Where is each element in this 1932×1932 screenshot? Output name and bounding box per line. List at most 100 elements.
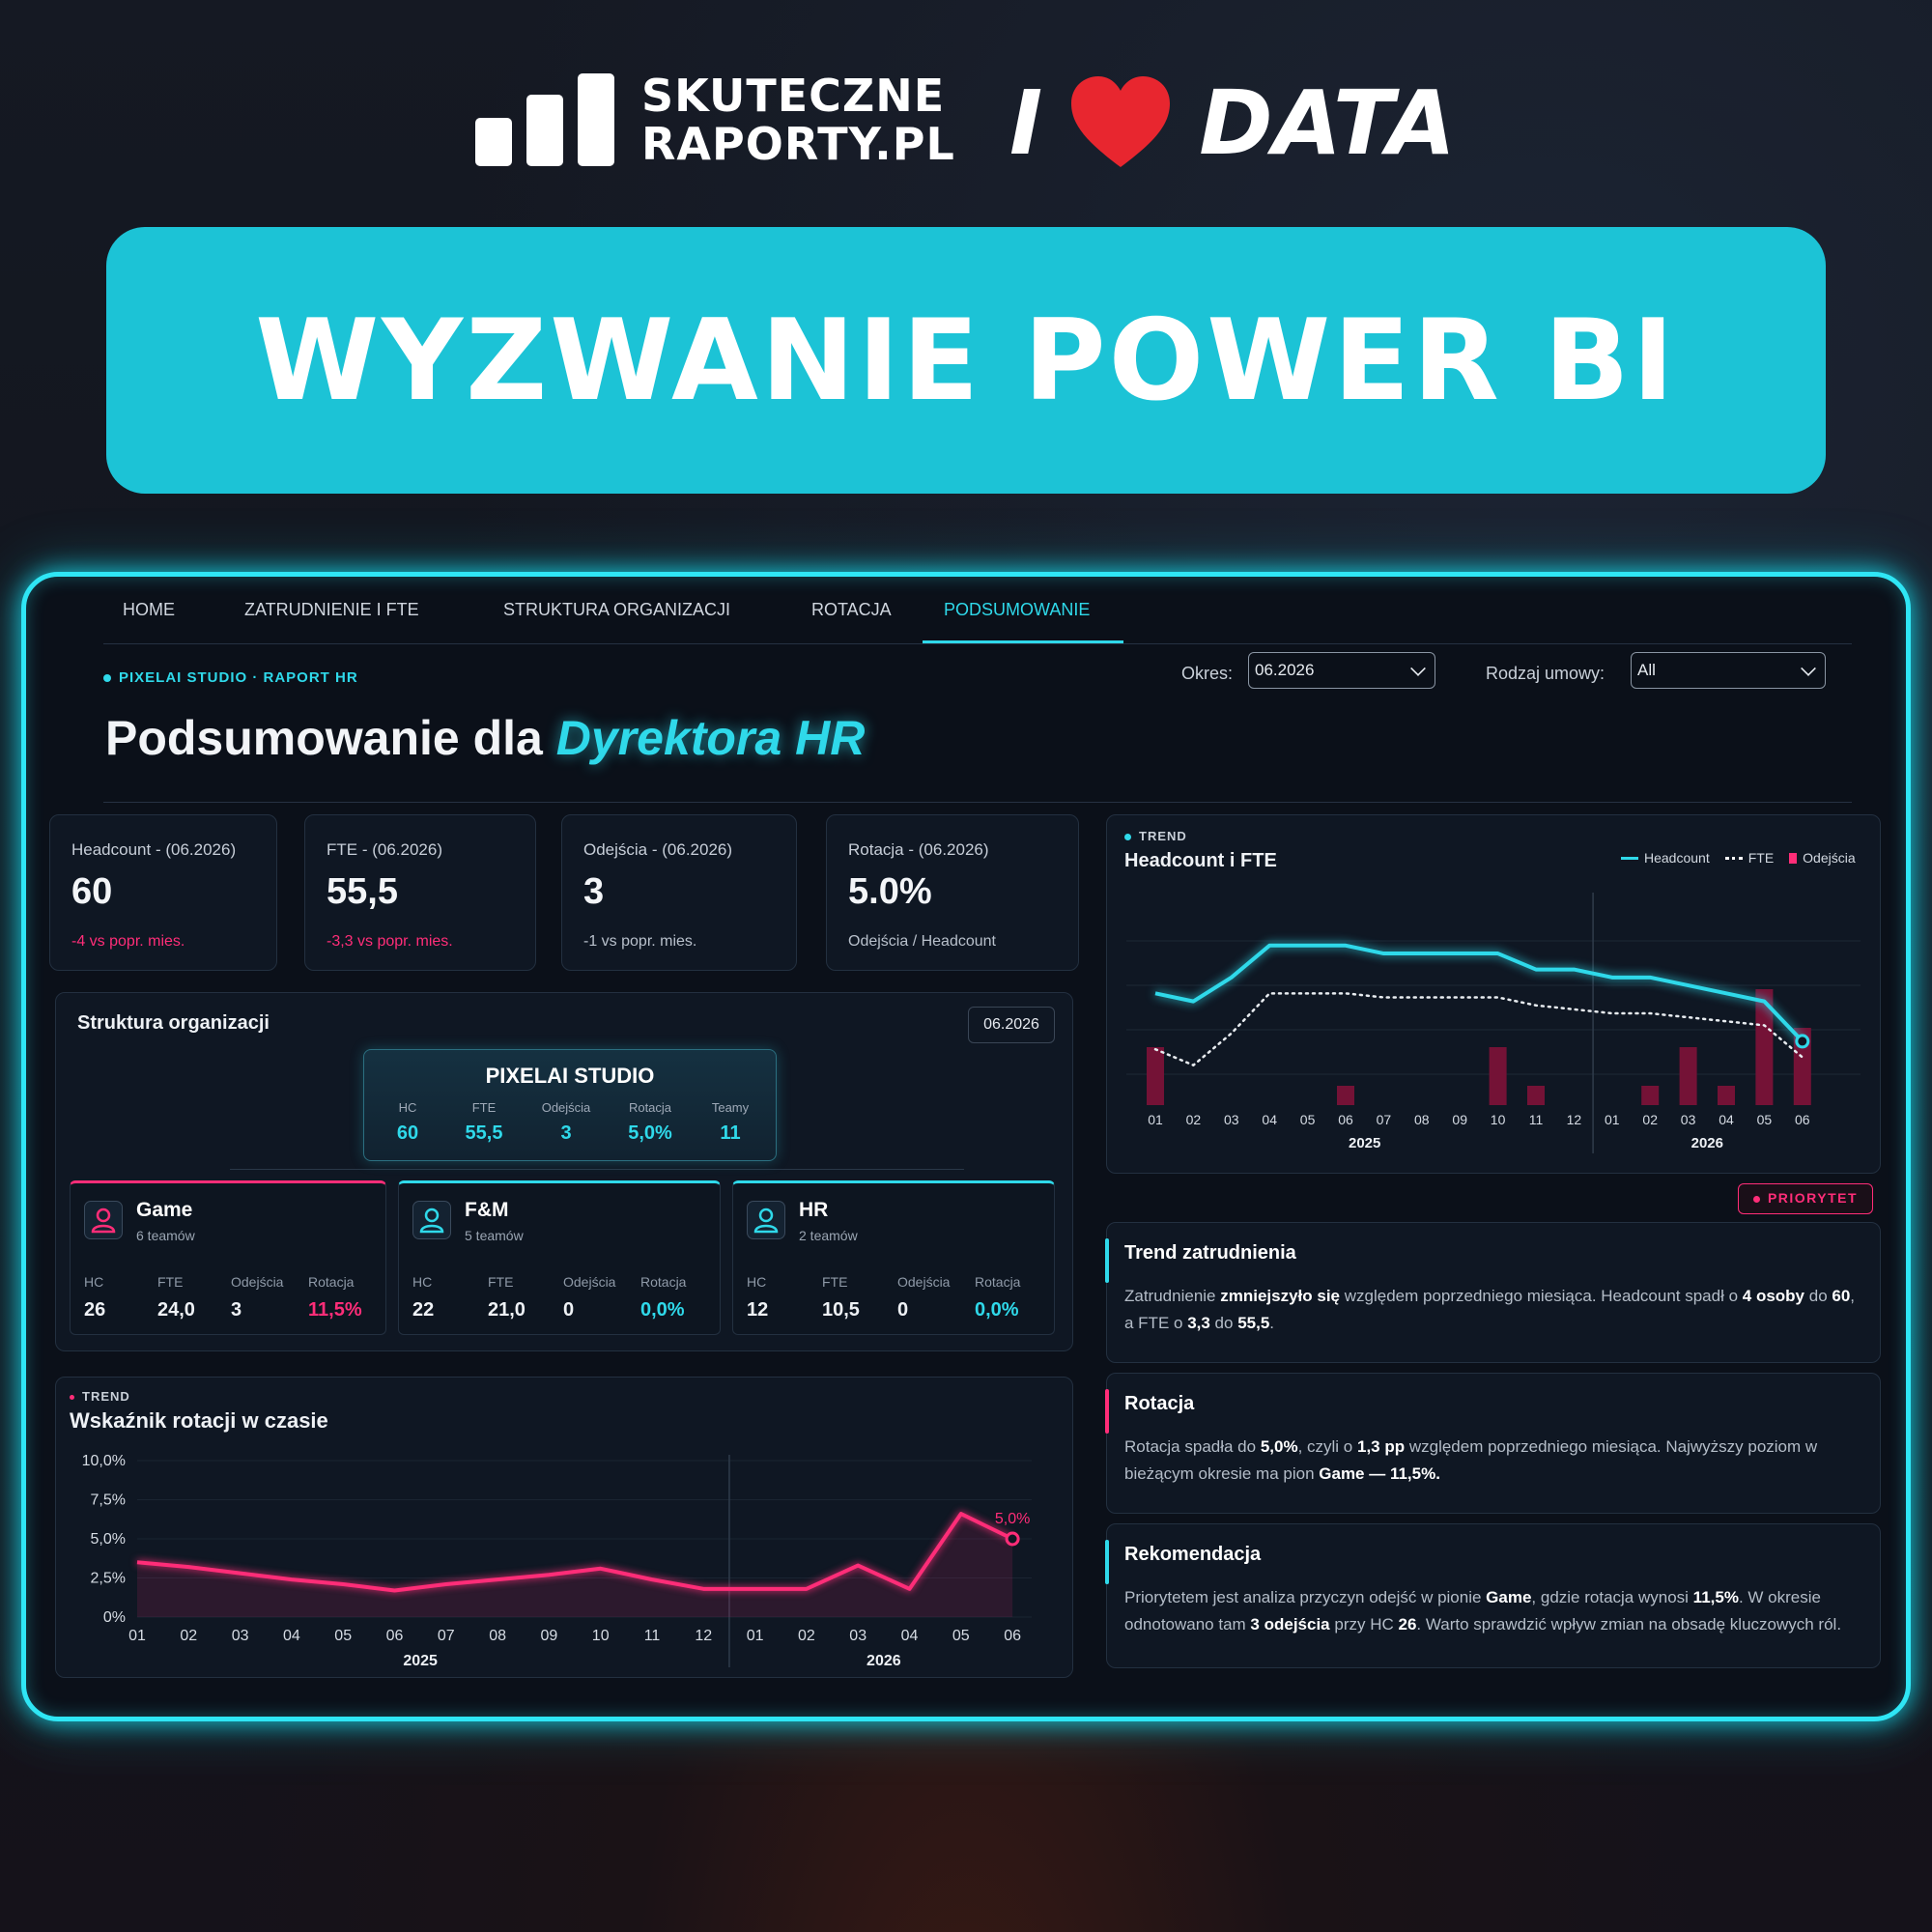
nav-divider	[103, 643, 1852, 644]
stat-value: 12	[747, 1299, 769, 1321]
slogan-i: I	[1009, 71, 1043, 175]
data-label: 5,0%	[995, 1511, 1030, 1527]
rotation-chart-card: TREND Wskaźnik rotacji w czasie 10,0% 7,5…	[55, 1377, 1073, 1678]
odejscia-bar	[1679, 1047, 1697, 1105]
x-tick-label: 05	[334, 1628, 352, 1644]
priority-dot-icon	[1752, 1195, 1760, 1203]
person-icon	[84, 1201, 123, 1239]
odejscia-bar	[1337, 1086, 1354, 1105]
period-label: Okres:	[1181, 664, 1234, 683]
stat-value: 21,0	[488, 1299, 526, 1321]
kpi-fte: FTE - (06.2026) 55,5 -3,3 vs popr. mies.	[304, 814, 536, 971]
note-text: Zatrudnienie	[1124, 1287, 1221, 1305]
chevron-down-icon	[1410, 661, 1426, 676]
note-emphasis: 3,3	[1187, 1314, 1210, 1332]
x-tick-label: 12	[695, 1628, 712, 1644]
note-emphasis: 11,5%	[1692, 1588, 1739, 1606]
kpi-subtitle: Odejścia / Headcount	[848, 933, 996, 950]
x-group-label: 2026	[1691, 1135, 1723, 1151]
tab-podsumowanie[interactable]: PODSUMOWANIE	[944, 600, 1090, 620]
org-unit-fm[interactable]: F&M 5 teamów HC FTE Odejścia Rotacja 22 …	[398, 1180, 721, 1335]
org-unit-hr[interactable]: HR 2 teamów HC FTE Odejścia Rotacja 12 1…	[732, 1180, 1055, 1335]
report-tag-text: PIXELAI STUDIO · RAPORT HR	[119, 669, 358, 686]
tab-rotacja[interactable]: ROTACJA	[811, 600, 892, 620]
x-tick-label: 10	[592, 1628, 610, 1644]
stat-label: Odejścia	[541, 1100, 591, 1115]
y-tick-label: 10,0%	[82, 1453, 126, 1469]
note-emphasis: 60	[1832, 1287, 1851, 1305]
brand-wordmark: SKUTECZNE RAPORTY.PL	[641, 73, 955, 166]
unit-name: Game	[136, 1199, 193, 1221]
note-emphasis: 5,0%	[1260, 1437, 1298, 1456]
org-top-stat: HC 60	[384, 1100, 432, 1145]
x-tick-label: 08	[489, 1628, 506, 1644]
kpi-value: 55,5	[327, 871, 398, 912]
note-emphasis: 3 odejścia	[1250, 1615, 1330, 1634]
note-text: , gdzie rotacja wynosi	[1531, 1588, 1693, 1606]
x-tick-label: 02	[798, 1628, 815, 1644]
stat-label: Odejścia	[231, 1274, 284, 1290]
period-select[interactable]: 06.2026	[1248, 652, 1435, 689]
note-emphasis: Game	[1486, 1588, 1532, 1606]
x-tick-label: 12	[1567, 1112, 1582, 1127]
org-connector-line	[230, 1169, 964, 1170]
challenge-banner: WYZWANIE POWER BI	[106, 227, 1826, 494]
stat-label: Teamy	[711, 1100, 750, 1115]
x-tick-label: 06	[1004, 1628, 1021, 1644]
stat-value: 60	[396, 1122, 419, 1144]
note-text: a FTE o	[1124, 1314, 1188, 1332]
x-tick-label: 08	[1414, 1112, 1430, 1127]
stat-value: 55,5	[465, 1122, 503, 1144]
header-divider	[103, 802, 1852, 803]
x-tick-label: 10	[1491, 1112, 1506, 1127]
x-tick-label: 09	[1452, 1112, 1467, 1127]
note-text: . Warto sprawdzić wpływ zmian na obsadę …	[1416, 1615, 1842, 1634]
contract-value: All	[1637, 661, 1656, 679]
slogan-data: DATA	[1199, 71, 1456, 175]
org-date-badge: 06.2026	[968, 1007, 1055, 1043]
last-point-marker	[1795, 1034, 1810, 1049]
kpi-value: 5.0%	[848, 871, 932, 912]
priority-text: PRIORYTET	[1767, 1190, 1859, 1206]
org-top-node[interactable]: PIXELAI STUDIO HC 60 FTE 55,5 Odejścia 3 Ro…	[363, 1049, 777, 1161]
stat-label: Rotacja	[628, 1100, 672, 1115]
x-tick-label: 04	[283, 1628, 300, 1644]
x-tick-label: 01	[747, 1628, 764, 1644]
rotation-chart: 10,0% 7,5% 5,0% 2,5% 0% 5,0% 01 02 03 04 05 06 07 08 0…	[82, 1453, 1032, 1669]
org-unit-game[interactable]: Game 6 teamów HC FTE Odejścia Rotacja 26…	[70, 1180, 386, 1335]
page-title-highlight: Dyrektora HR	[555, 711, 866, 765]
note-body: Zatrudnienie zmniejszyło się względem po…	[1124, 1283, 1864, 1337]
kpi-rotacja: Rotacja - (06.2026) 5.0% Odejścia / Head…	[826, 814, 1079, 971]
contract-select[interactable]: All	[1631, 652, 1826, 689]
x-tick-label: 03	[1681, 1112, 1696, 1127]
note-emphasis: 55,5	[1237, 1314, 1270, 1332]
tab-zatrudnienie[interactable]: ZATRUDNIENIE I FTE	[244, 600, 419, 620]
note-text: przy HC	[1329, 1615, 1399, 1634]
x-tick-label: 06	[1795, 1112, 1810, 1127]
org-top-stat: Odejścia 3	[532, 1100, 600, 1145]
y-tick-label: 0%	[103, 1609, 126, 1626]
note-emphasis: 26	[1398, 1615, 1417, 1634]
note-text: do	[1209, 1314, 1238, 1332]
stat-value: 3	[560, 1122, 572, 1144]
note-emphasis: 1,3 pp	[1356, 1437, 1406, 1456]
note-accent-bar	[1105, 1389, 1109, 1434]
kpi-label: FTE - (06.2026)	[327, 840, 442, 859]
stat-value: 0,0%	[640, 1299, 685, 1321]
status-dot-icon	[103, 674, 111, 683]
org-title: Struktura organizacji	[77, 1012, 270, 1034]
x-tick-label: 01	[1605, 1112, 1620, 1127]
x-tick-label: 05	[1300, 1112, 1316, 1127]
page-title: Podsumowanie dla Dyrektora HR	[105, 710, 865, 766]
tab-home[interactable]: HOME	[123, 600, 175, 620]
x-tick-label: 05	[1757, 1112, 1773, 1127]
brand-logo: SKUTECZNE RAPORTY.PL	[475, 73, 954, 166]
note-title: Rekomendacja	[1124, 1544, 1262, 1565]
stat-value: 22	[412, 1299, 435, 1321]
odejscia-bar	[1147, 1047, 1164, 1105]
odejscia-bar	[1527, 1086, 1545, 1105]
note-text: Rotacja spadła do	[1124, 1437, 1261, 1456]
brand-line2: RAPORTY.PL	[641, 118, 955, 170]
tab-struktura[interactable]: STRUKTURA ORGANIZACJI	[503, 600, 730, 620]
stat-label: FTE	[471, 1100, 497, 1115]
